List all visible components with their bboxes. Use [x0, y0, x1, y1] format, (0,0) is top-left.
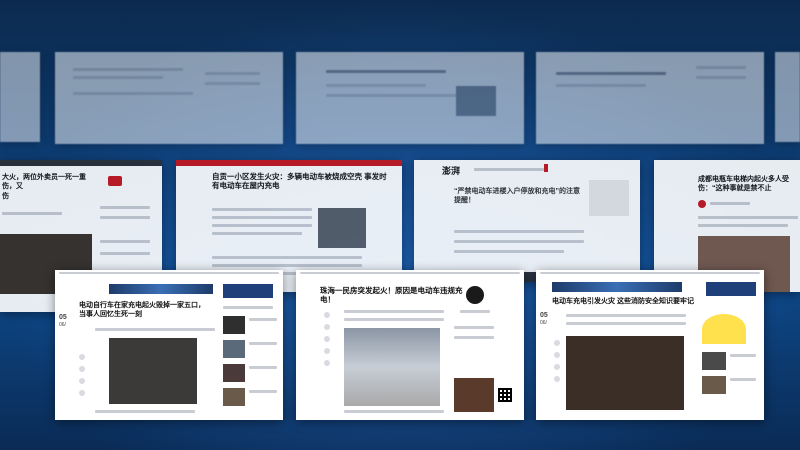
zhuhai-title: 珠海一民房突发起火！原因是电动车违规充电！ [320, 286, 463, 305]
left-partial-title-2: 伤 [2, 193, 9, 200]
family-fire-title: 电动自行车在家充电起火毁掉一家五口，当事人回忆生死一刻 [79, 302, 205, 318]
screenshot-back-4 [536, 52, 764, 144]
screenshot-family-fire: 电动自行车在家充电起火毁掉一家五口，当事人回忆生死一刻 05 06/ [55, 270, 283, 420]
screenshot-thepaper: 澎湃 “严禁电动车进楼入户停放和充电”的注意提醒！ [414, 160, 640, 282]
family-fire-photo [109, 338, 197, 404]
family-fire-date-month: 06/ [59, 322, 66, 328]
family-fire-banner [109, 284, 213, 294]
thepaper-logo: 澎湃 [442, 166, 461, 176]
zigong-photo [318, 208, 366, 248]
safety-tips-banner [552, 282, 682, 292]
chengdu-title: 成都电瓶车电梯内起火多人受伤：“这种事就是禁不止 [698, 176, 789, 192]
safety-tips-photo [566, 336, 684, 410]
screenshot-back-5 [775, 52, 800, 142]
thepaper-title: “严禁电动车进楼入户停放和充电”的注意提醒！ [454, 188, 580, 204]
left-partial-title: 大火，两位外卖员一死一重伤，又 [2, 174, 86, 190]
screenshot-back-2 [55, 52, 283, 144]
screenshot-back-1 [0, 52, 40, 142]
safety-tips-date-day: 05 [540, 312, 548, 319]
screenshot-safety-tips: 电动车充电引发火灾 这些消防安全知识要牢记 05 06/ [536, 270, 764, 420]
family-fire-date-day: 05 [59, 314, 67, 321]
screenshot-back-3 [296, 52, 524, 144]
safety-tips-title: 电动车充电引发火灾 这些消防安全知识要牢记 [552, 298, 694, 305]
zigong-title: 自贡一小区发生火灾：多辆电动车被烧成空壳 事发时有电动车在屋内充电 [212, 172, 387, 191]
zhuhai-photo [344, 328, 440, 406]
screenshot-zhuhai: 珠海一民房突发起火！原因是电动车违规充电！ [296, 270, 524, 420]
safety-tips-date-month: 06/ [540, 320, 547, 326]
